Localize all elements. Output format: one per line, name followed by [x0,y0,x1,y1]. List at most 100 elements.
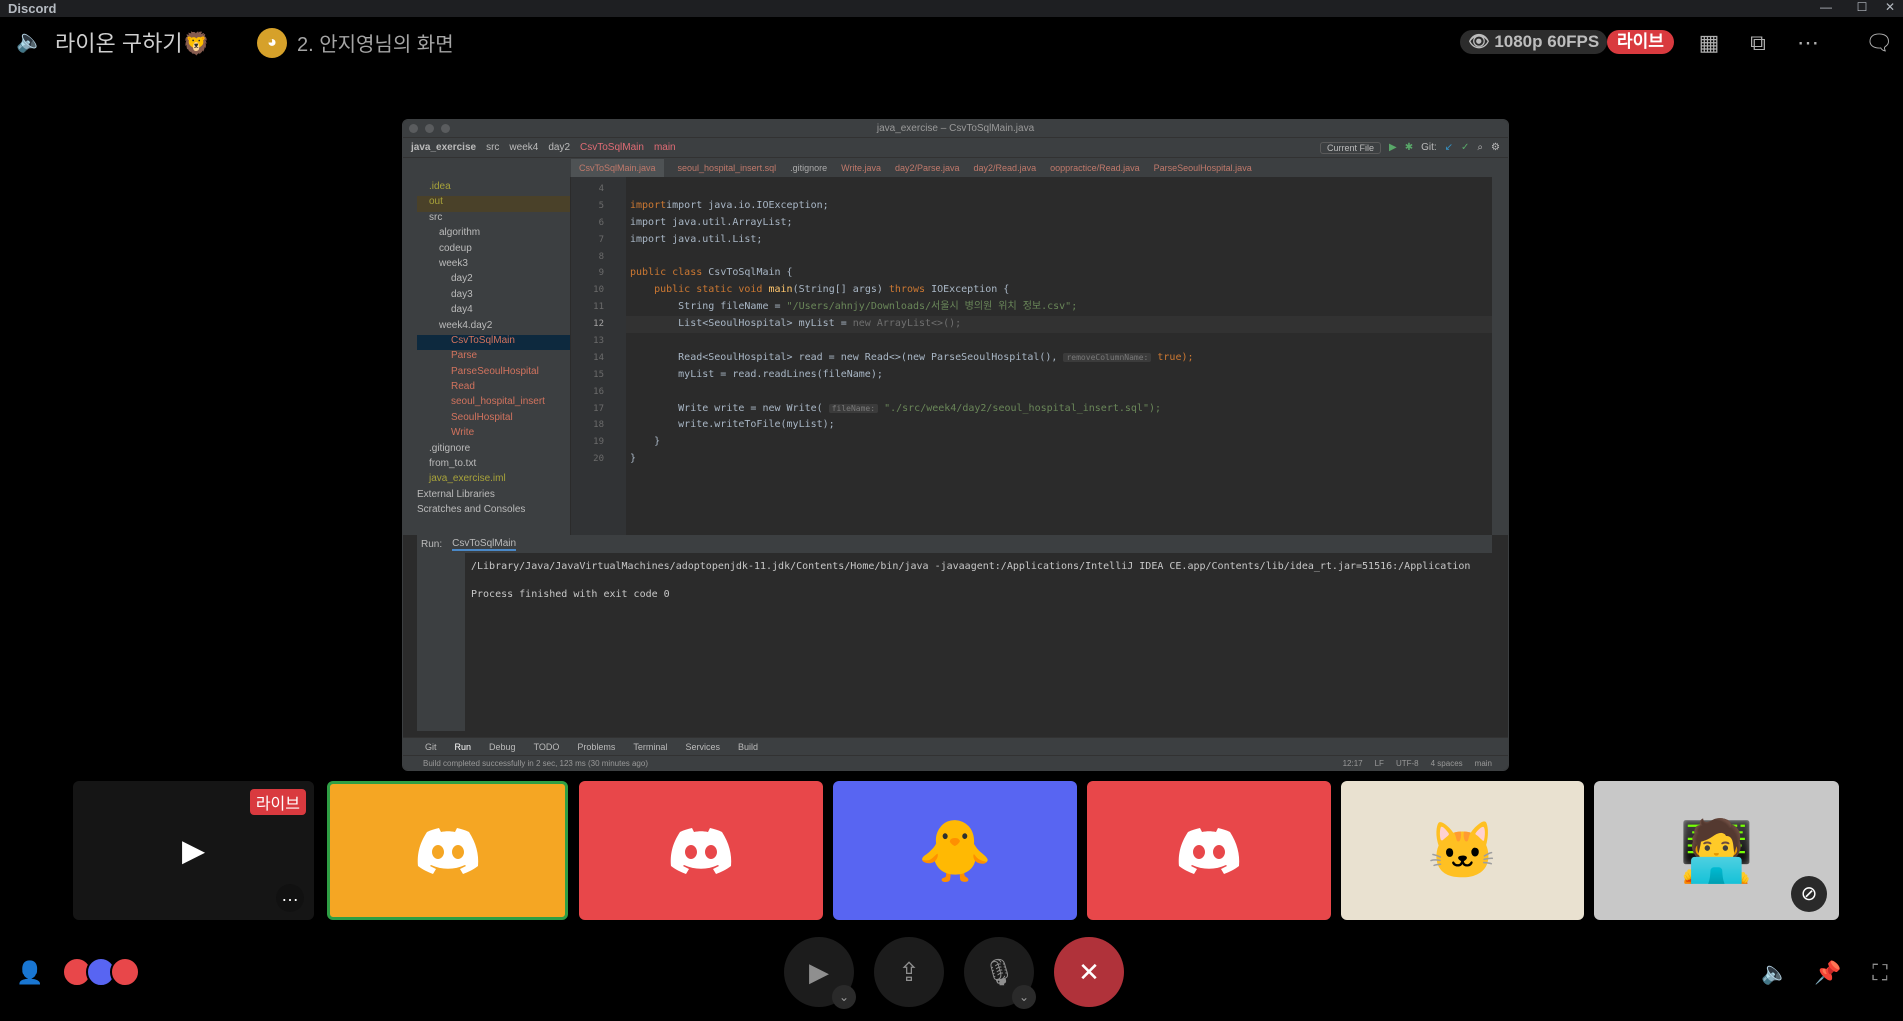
status-item: main [1474,759,1492,768]
disconnect-button[interactable]: ✕ [1054,937,1124,1007]
camera-button[interactable]: ▶ ⌄ [784,937,856,1009]
tree-item: Write [451,427,475,439]
git-label: Git: [1421,142,1437,153]
chevron-down-icon[interactable]: ⌄ [832,985,856,1009]
video-camera-icon: ▶ [181,834,206,867]
code-line: public static void main(String[] args) t… [626,282,1492,299]
code-text: import java.io.IOException; [666,199,829,211]
crumb: week4 [509,142,539,153]
code-keyword: throws [888,284,932,296]
grid-layout-icon[interactable]: ▦ [1696,30,1722,56]
tree-item: Parse [451,350,478,362]
maximize-icon[interactable]: ☐ [1848,0,1876,17]
run-result: Process finished with exit code 0 [471,589,670,600]
discord-logo-icon [670,827,732,874]
tree-item: algorithm [439,227,481,239]
code-editor: importimport java.io.IOException; import… [626,177,1492,535]
screen-share-button[interactable]: ⇪ [874,937,944,1007]
tree-item: from_to.txt [429,458,477,470]
editor-tab: CsvToSqlMain.java [571,158,664,177]
tool-window-tabs: Git Run Debug TODO Problems Terminal Ser… [403,737,1508,755]
code-keyword: true); [1151,351,1194,363]
tool-tab: Git [425,741,437,752]
code-line: Read<SeoulHospital> read = new Read<>(ne… [626,350,1492,367]
line-number: 10 [593,285,604,296]
close-icon[interactable]: ✕ [1876,0,1903,17]
shared-screen[interactable]: java_exercise – CsvToSqlMain.java java_e… [402,119,1509,771]
tree-item: Scratches and Consoles [417,504,526,516]
more-icon[interactable]: ⋯ [1795,30,1821,56]
line-number: 14 [593,352,604,363]
editor-tabs: CsvToSqlMain.java seoul_hospital_insert.… [403,157,1508,177]
fullscreen-icon[interactable]: ⛶ [1865,958,1895,988]
volume-icon[interactable]: 🔈 [1760,958,1790,988]
add-friend-icon[interactable]: 👤 [15,958,45,988]
participant-tile[interactable]: 🐥 [833,781,1077,920]
editor-tab: .gitignore [790,162,828,173]
editor-tab: Write.java [841,162,881,173]
code-text: Write write = [630,402,763,414]
line-number: 4 [598,184,604,194]
status-item: UTF-8 [1395,759,1419,768]
voice-channel-icon: 🔈 [16,28,44,53]
code-line: } [626,451,1492,468]
tree-item: week3 [439,257,468,269]
run-output: /Library/Java/JavaVirtualMachines/adopto… [465,553,1492,731]
line-number: 11 [593,302,604,313]
tree-item: day4 [451,304,473,316]
tool-tab: Problems [577,741,616,752]
ide-body: .idea out src algorithm codeup week3 day… [403,177,1508,535]
status-item: LF [1374,759,1384,768]
more-icon[interactable]: … [276,884,304,912]
participant-tile[interactable]: 🧑‍💻 ⊘ [1594,781,1839,920]
participant-tile[interactable] [1087,781,1331,920]
git-update-icon: ↙ [1444,142,1454,153]
crumb: day2 [548,142,571,153]
code-line: public class CsvToSqlMain { [626,265,1492,282]
participant-tile[interactable] [579,781,823,920]
code-string: "./src/week4/day2/seoul_hospital_insert.… [878,402,1162,414]
run-icon: ▶ [1388,142,1397,153]
tree-item: CsvToSqlMain [417,334,570,351]
code-text: new ArrayList<>(); [852,318,962,330]
git-commit-icon: ✓ [1461,142,1470,153]
code-line: write.writeToFile(myList); [626,417,1492,434]
participant-tile[interactable]: 🐱 [1341,781,1584,920]
run-panel: /Library/Java/JavaVirtualMachines/adopto… [417,553,1492,731]
tool-tab: TODO [533,741,560,752]
live-badge: 라이브 [1607,30,1674,54]
crumb: java_exercise [411,142,477,153]
project-tree: .idea out src algorithm codeup week3 day… [417,177,571,535]
tree-item: java_exercise.iml [429,473,506,485]
pin-icon[interactable]: 📌 [1813,958,1843,988]
code-text: (String[] args) [792,284,889,296]
tree-item: day2 [451,273,473,285]
gear-icon: ⚙ [1491,142,1500,153]
run-command: /Library/Java/JavaVirtualMachines/adopto… [471,561,1471,572]
popout-icon[interactable]: ⧉ [1745,30,1771,56]
tree-item: Read [451,381,475,393]
avatar-cat-icon: 🐱 [1427,818,1498,882]
chat-icon[interactable]: 🗨 [1865,30,1893,56]
channel-name: 라이온 구하기🦁 [55,31,210,56]
code-method: main [768,284,793,296]
crumb: src [486,142,500,153]
minimize-icon[interactable]: — [1812,0,1840,17]
line-number: 7 [598,234,604,245]
chevron-down-icon[interactable]: ⌄ [1012,985,1036,1009]
crumb: main [653,142,676,153]
microphone-button[interactable]: 🎙 ⌄ [964,937,1036,1009]
line-number: 20 [593,454,604,465]
live-badge: 라이브 [249,789,306,815]
code-text: write.writeToFile(myList); [630,419,835,431]
stream-source-name: 2. 안지영님의 화면 [297,34,454,56]
code-line: String fileName = "/Users/ahnjy/Download… [626,299,1492,316]
participant-tile[interactable] [327,781,568,920]
tree-item: src [429,211,443,223]
stream-preview-tile[interactable]: 라이브 ▶ … [73,781,314,920]
discord-logo-icon [1178,827,1240,874]
editor-tab: ooppractice/Read.java [1050,162,1140,173]
tree-item: out [417,196,570,212]
